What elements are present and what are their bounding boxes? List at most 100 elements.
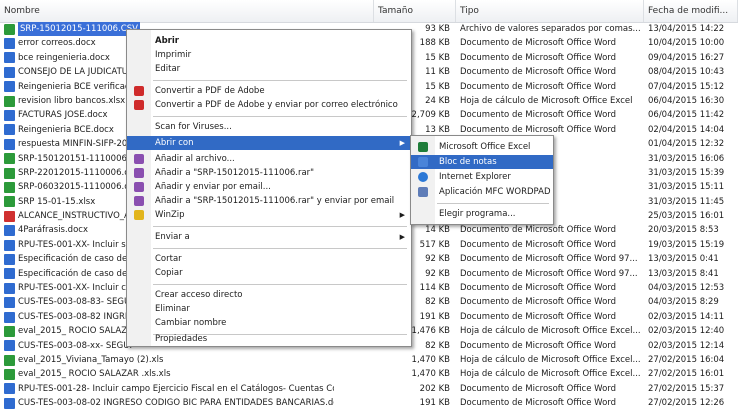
file-date: 20/03/2015 8:53 <box>648 225 719 236</box>
file-date: 02/03/2015 12:40 <box>648 326 725 337</box>
file-date: 04/03/2015 8:29 <box>648 297 719 308</box>
file-name-cell: CUS-TES-003-08-02 INGRESO CODIGO BIC PAR… <box>4 396 334 410</box>
menu-item-propiedades[interactable]: Propiedades <box>127 332 411 346</box>
submenu-arrow-icon: ▶ <box>399 139 405 147</box>
menu-item-cambiar-nombre[interactable]: Cambiar nombre <box>127 316 411 330</box>
menu-item-anadir-rar[interactable]: Añadir a "SRP-15012015-111006.rar" <box>127 166 411 180</box>
csv-file-icon <box>4 22 16 36</box>
file-name: Especificación de caso de Pr <box>18 254 139 265</box>
file-name: SRP-06032015-1110006.cs <box>18 182 134 193</box>
menu-item-eliminar[interactable]: Eliminar <box>127 302 411 316</box>
file-name-cell: eval_2015_Viviana_Tamayo (2).xls <box>4 353 334 367</box>
menu-item-label: Microsoft Office Excel <box>439 142 531 152</box>
file-name: Reingenieria BCE.docx <box>18 124 114 135</box>
menu-item-editar[interactable]: Editar <box>127 62 411 76</box>
csv-file-icon <box>4 182 15 193</box>
file-name-cell: eval_2015_ ROCIO SALAZAR .xls.xls <box>4 367 334 381</box>
file-name: CUS-TES-003-08-83- SEGUI <box>18 297 133 308</box>
file-name: CUS-TES-003-08-82 INGRES <box>18 311 136 322</box>
menu-item-label: WinZip <box>155 210 185 220</box>
excel-file-icon <box>4 196 15 208</box>
file-date: 02/03/2015 12:14 <box>648 340 725 351</box>
submenu-item-elegir-programa[interactable]: Elegir programa... <box>411 207 553 221</box>
file-date: 13/03/2015 8:41 <box>648 268 719 279</box>
submenu-item-excel[interactable]: Microsoft Office Excel <box>411 140 553 154</box>
file-name-cell: RPU-TES-001-28- Incluir campo Ejercicio … <box>4 382 334 396</box>
submenu-item-internet-explorer[interactable]: Internet Explorer <box>411 170 553 184</box>
file-name: RPU-TES-001-XX- Incluir sec <box>18 239 136 250</box>
menu-item-anadir-archivo[interactable]: Añadir al archivo... <box>127 152 411 166</box>
menu-item-label: Enviar a <box>155 232 190 242</box>
submenu-item-bloc-de-notas[interactable]: Bloc de notas <box>411 155 553 169</box>
file-date: 06/04/2015 11:42 <box>648 110 725 121</box>
winrar-icon <box>134 196 144 206</box>
winrar-icon <box>134 154 144 164</box>
file-date: 31/03/2015 15:39 <box>648 167 725 178</box>
file-name: SRP-15012015-111006.CSV <box>18 22 140 37</box>
column-type-header[interactable]: Tipo <box>456 0 644 22</box>
menu-item-anadir-email[interactable]: Añadir y enviar por email... <box>127 180 411 194</box>
file-row[interactable]: RPU-TES-001-28- Incluir campo Ejercicio … <box>0 382 738 396</box>
menu-item-label: Añadir al archivo... <box>155 154 235 164</box>
menu-item-label: Abrir con <box>155 138 194 148</box>
word-file-icon <box>4 52 15 64</box>
winrar-icon <box>134 182 144 192</box>
word-file-icon <box>4 253 15 265</box>
file-name: error correos.docx <box>18 38 96 49</box>
word-file-icon <box>4 383 15 395</box>
menu-item-crear-acceso-directo[interactable]: Crear acceso directo <box>127 288 411 302</box>
menu-item-abrir-con[interactable]: Abrir con ▶ <box>127 136 411 150</box>
file-name: respuesta MINFIN-SIFP-201 <box>18 139 133 150</box>
file-size: 1,470 KB <box>411 369 450 380</box>
menu-item-anadir-rar-email[interactable]: Añadir a "SRP-15012015-111006.rar" y env… <box>127 194 411 208</box>
file-date: 02/04/2015 14:04 <box>648 124 725 135</box>
file-date: 04/03/2015 12:53 <box>648 283 725 294</box>
file-name: RPU-TES-001-XX- Incluir car <box>18 283 135 294</box>
context-menu: Abrir Imprimir Editar Convertir a PDF de… <box>126 29 412 347</box>
file-row[interactable]: CUS-TES-003-08-02 INGRESO CODIGO BIC PAR… <box>0 396 738 410</box>
menu-item-cortar[interactable]: Cortar <box>127 252 411 266</box>
file-name: CUS-TES-003-08-02 INGRESO CODIGO BIC PAR… <box>18 398 334 409</box>
submenu-item-wordpad[interactable]: Aplicación MFC WORDPAD <box>411 185 553 199</box>
word-file-icon <box>4 239 15 251</box>
menu-item-scan-viruses[interactable]: Scan for Viruses... <box>127 120 411 134</box>
menu-item-convertir-pdf[interactable]: Convertir a PDF de Adobe <box>127 84 411 98</box>
file-name: SRP-150120151-1110006.c <box>18 153 135 164</box>
open-with-submenu: Microsoft Office Excel Bloc de notas Int… <box>410 135 554 225</box>
menu-item-label: Convertir a PDF de Adobe y enviar por co… <box>155 100 398 110</box>
column-name-header[interactable]: Nombre <box>0 0 374 22</box>
column-size-header[interactable]: Tamaño <box>374 0 456 22</box>
menu-item-winzip[interactable]: WinZip ▶ <box>127 208 411 222</box>
file-name: FACTURAS JOSE.docx <box>18 110 108 121</box>
menu-item-convertir-pdf-email[interactable]: Convertir a PDF de Adobe y enviar por co… <box>127 98 411 112</box>
column-date-header[interactable]: Fecha de modifi... <box>644 0 738 22</box>
menu-item-imprimir[interactable]: Imprimir <box>127 48 411 62</box>
file-date: 07/04/2015 15:12 <box>648 81 725 92</box>
word-file-icon <box>4 110 15 122</box>
file-name: RPU-TES-001-28- Incluir campo Ejercicio … <box>18 383 334 394</box>
column-header: Nombre Tamaño Tipo Fecha de modifi... <box>0 0 738 23</box>
menu-item-copiar[interactable]: Copiar <box>127 266 411 280</box>
menu-item-abrir[interactable]: Abrir <box>127 34 411 48</box>
file-date: 25/03/2015 16:01 <box>648 211 725 222</box>
file-name: eval_2015_ ROCIO SALAZA <box>18 326 133 337</box>
adobe-pdf-icon <box>134 86 144 96</box>
menu-item-label: Convertir a PDF de Adobe <box>155 86 265 96</box>
menu-item-label: Aplicación MFC WORDPAD <box>439 187 551 197</box>
file-row[interactable]: eval_2015_ ROCIO SALAZAR .xls.xls 1,470 K… <box>0 367 738 381</box>
file-date: 13/04/2015 14:22 <box>648 24 725 34</box>
pdf-file-icon <box>4 210 15 222</box>
file-name: ALCANCE_INSTRUCTIVO_A <box>18 211 130 222</box>
menu-item-enviar-a[interactable]: Enviar a ▶ <box>127 230 411 244</box>
internet-explorer-icon <box>418 172 428 182</box>
file-date: 10/04/2015 10:00 <box>648 38 725 49</box>
notepad-icon <box>418 157 428 167</box>
file-name: SRP 15-01-15.xlsx <box>18 196 96 207</box>
file-date: 27/02/2015 16:04 <box>648 354 725 365</box>
file-size: 1,470 KB <box>411 354 450 365</box>
menu-separator <box>153 80 407 81</box>
submenu-arrow-icon: ▶ <box>399 211 405 219</box>
menu-separator <box>437 203 549 204</box>
file-row[interactable]: eval_2015_Viviana_Tamayo (2).xls 1,470 KB… <box>0 353 738 367</box>
menu-item-label: Bloc de notas <box>439 157 497 167</box>
